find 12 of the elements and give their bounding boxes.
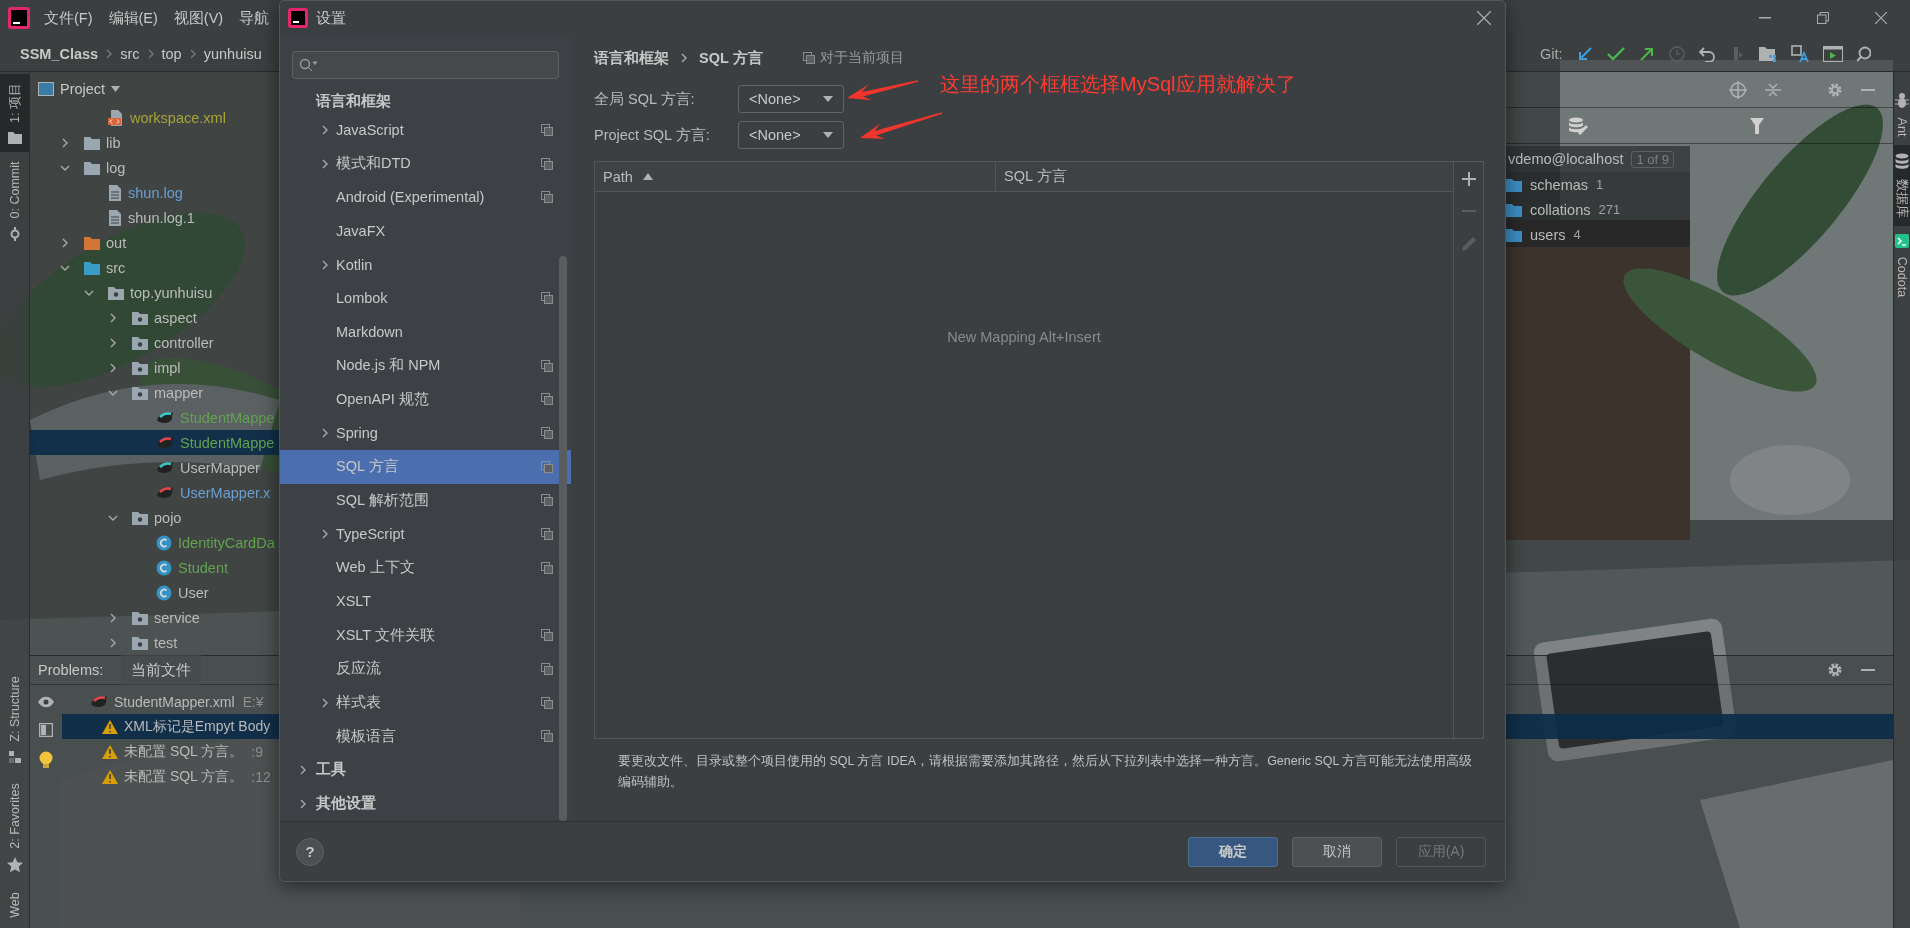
count-badge: 1 of 9 bbox=[1631, 150, 1674, 168]
field-label: Project SQL 方言: bbox=[594, 125, 711, 145]
field-label: 全局 SQL 方言: bbox=[594, 89, 696, 109]
breadcrumb-item: 语言和框架 bbox=[594, 48, 669, 68]
description-text: 要更改文件、目录或整个项目使用的 SQL 方言 IDEA，请根据需要添加其路径，然后从下拉列表中选择一种方言。Generic SQL 方言可能无法使用高级编码辅助。 bbox=[618, 753, 1474, 791]
annotation-text: 这里的两个框框选择MySql应用就解决了 bbox=[940, 72, 1296, 97]
dialog-title: 设置 bbox=[316, 8, 346, 28]
empty-text: New Mapping Alt+Insert bbox=[946, 328, 1102, 345]
breadcrumb-item: SQL 方言 bbox=[699, 48, 763, 68]
vcs-label: Git: bbox=[1540, 45, 1563, 62]
panel-title: Problems: bbox=[38, 662, 104, 678]
scope-label: 对于当前项目 bbox=[819, 49, 904, 67]
